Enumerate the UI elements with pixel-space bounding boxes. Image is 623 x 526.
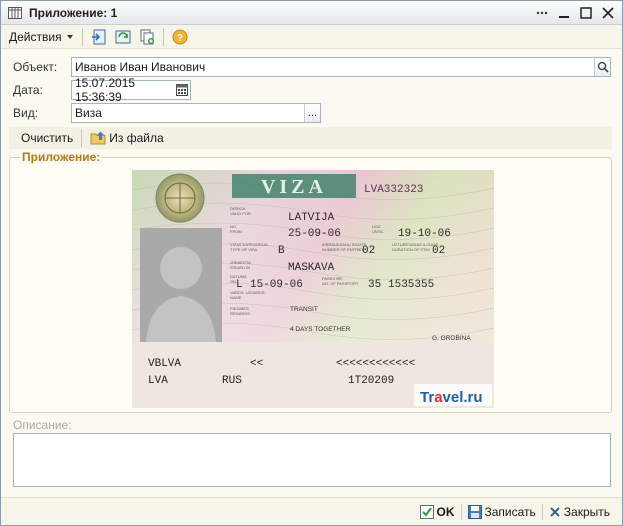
form-icon: [7, 5, 23, 21]
mrz-line2-left: LVA: [148, 375, 168, 387]
help-icon: ?: [172, 29, 188, 44]
close-button[interactable]: Закрыть: [543, 505, 616, 519]
visa-passport-no: 1535355: [388, 279, 434, 291]
svg-text:UNTIL: UNTIL: [372, 229, 384, 234]
visa-image: VIZA LVA332323 DERIGA VALID FOR NO FROM VI…: [132, 170, 494, 408]
refresh-icon-button[interactable]: [113, 27, 133, 47]
visa-issue-date: 15-09-06: [250, 279, 303, 291]
attachment-group: Приложение: VIZA LVA332323 DERIGA VALID …: [9, 150, 612, 413]
ok-button[interactable]: OK: [414, 504, 461, 519]
copy-add-icon: [140, 29, 154, 44]
visa-type: B: [278, 245, 285, 257]
clear-button[interactable]: Очистить: [17, 131, 77, 145]
visa-signature: G. GROBINA: [432, 335, 471, 342]
maximize-icon: [580, 7, 592, 19]
maximize-button[interactable]: [576, 3, 596, 23]
ok-label: OK: [436, 504, 455, 519]
mrz-line1-left: VBLVA: [148, 358, 181, 370]
main-toolbar: Действия ?: [1, 25, 622, 49]
date-label: Дата:: [13, 83, 43, 97]
visa-header: VIZA: [261, 176, 327, 198]
date-value: 15.07.2015 15:36:39: [75, 76, 136, 104]
object-value: Иванов Иван Иванович: [75, 60, 206, 74]
attachment-window: Приложение: 1 Действия ? Объект: Иванов …: [0, 0, 623, 526]
date-row: Дата: 15.07.2015 15:36:39: [13, 76, 191, 104]
visa-days-together: 4 DAYS TOGETHER: [290, 326, 351, 333]
object-row: Объект: Иванов Иван Иванович: [13, 57, 611, 77]
attachment-group-title: Приложение:: [20, 150, 103, 164]
minimize-button[interactable]: [554, 3, 574, 23]
actions-menu-button[interactable]: Действия: [5, 27, 78, 47]
kind-label: Вид:: [13, 106, 39, 120]
kind-row: Вид: Виза ...: [13, 103, 321, 123]
save-label: Записать: [484, 504, 536, 519]
dropdown-arrow-icon: [66, 34, 73, 39]
save-exit-icon: [91, 29, 106, 44]
visa-issued-in: MASKAVA: [288, 262, 335, 274]
kind-value: Виза: [75, 106, 102, 120]
mrz-line1-mid: <<: [250, 358, 263, 370]
svg-text:TYPE OF VISA: TYPE OF VISA: [230, 247, 258, 252]
clear-label: Очистить: [21, 131, 74, 145]
svg-text:ISSUED IN: ISSUED IN: [230, 265, 250, 270]
svg-text:NAME: NAME: [230, 295, 242, 300]
calendar-button[interactable]: [174, 81, 190, 99]
toolbar-separator: [81, 27, 83, 46]
svg-text:REMARKS: REMARKS: [230, 311, 250, 316]
bottom-bar: OK Записать Закрыть: [1, 497, 622, 525]
save-and-close-icon-button[interactable]: [89, 27, 109, 47]
visa-number: LVA332323: [364, 184, 423, 196]
search-icon: [597, 61, 609, 73]
ok-check-icon: [419, 504, 434, 519]
title-bar: Приложение: 1: [1, 1, 622, 25]
description-label: Описание:: [13, 418, 72, 432]
date-field[interactable]: 15.07.2015 15:36:39: [71, 76, 191, 104]
toolbar-separator: [162, 27, 164, 46]
visa-country: LATVIJA: [288, 212, 335, 224]
visa-issue-prefix: L: [236, 279, 243, 291]
minimize-icon: [559, 16, 569, 18]
svg-text:VALID FOR: VALID FOR: [230, 211, 251, 216]
folder-icon: [90, 131, 106, 145]
close-window-button[interactable]: [598, 3, 618, 23]
visa-passport-prefix: 35: [368, 279, 381, 291]
close-icon: [602, 7, 614, 19]
calendar-icon: [176, 84, 188, 96]
actions-label: Действия: [9, 29, 62, 44]
object-label: Объект:: [13, 60, 58, 74]
mrz-line2-right: 1T20209: [348, 375, 394, 387]
toolbar-separator: [81, 129, 83, 147]
save-button[interactable]: Записать: [462, 504, 542, 519]
copy-icon-button[interactable]: [137, 27, 157, 47]
mrz-line1-right: <<<<<<<<<<<<: [336, 358, 415, 370]
visa-valid-from: 25-09-06: [288, 228, 341, 240]
travel-logo: Travel.ru: [420, 389, 483, 406]
save-icon: [467, 504, 482, 519]
window-title: Приложение: 1: [29, 5, 118, 20]
kind-field[interactable]: Виза ...: [71, 103, 321, 123]
visa-valid-until: 19-10-06: [398, 228, 451, 240]
from-file-button[interactable]: Из файла: [86, 131, 167, 145]
svg-text:DURATION OF STAY: DURATION OF STAY: [392, 247, 431, 252]
visa-entries: 02: [362, 245, 375, 257]
kind-select-button[interactable]: ...: [304, 104, 320, 122]
visa-days: 02: [432, 245, 445, 257]
visa-remarks: TRANSIT: [290, 306, 318, 313]
svg-text:NUMBER OF ENTRIES: NUMBER OF ENTRIES: [322, 247, 365, 252]
from-file-label: Из файла: [109, 131, 164, 145]
attachment-toolbar: Очистить Из файла: [9, 127, 612, 149]
close-icon: [550, 506, 560, 517]
help-icon-button[interactable]: ?: [170, 27, 190, 47]
object-search-button[interactable]: [594, 58, 610, 76]
description-field[interactable]: [13, 433, 611, 487]
svg-text:NO. OF PASSPORT: NO. OF PASSPORT: [322, 281, 359, 286]
mrz-line2-mid: RUS: [222, 375, 242, 387]
svg-text:?: ?: [177, 33, 183, 44]
object-field[interactable]: Иванов Иван Иванович: [71, 57, 611, 77]
close-label: Закрыть: [563, 504, 610, 519]
menu-dots-button[interactable]: [532, 3, 552, 23]
more-icon: [536, 11, 548, 15]
svg-text:FROM: FROM: [230, 229, 242, 234]
refresh-icon: [115, 30, 131, 43]
